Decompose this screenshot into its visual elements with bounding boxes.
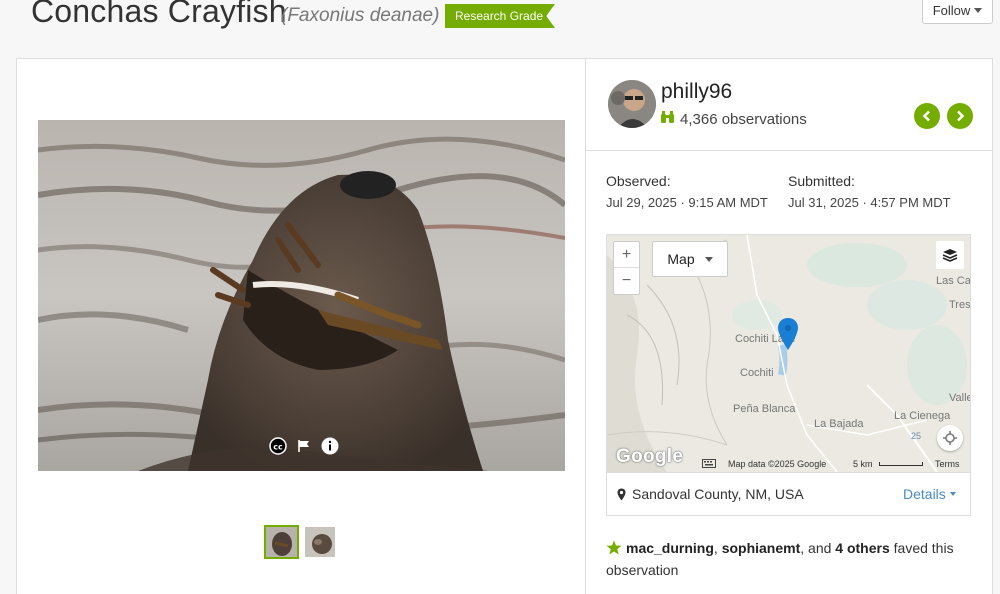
thumbnail-2[interactable]: [305, 527, 335, 557]
map-label-valle: Valle: [949, 392, 970, 404]
fave-others-link[interactable]: 4 others: [835, 540, 889, 556]
observed-value: Jul 29, 2025 · 9:15 AM MDT: [606, 195, 768, 210]
photo-panel: cc: [16, 58, 586, 594]
map-pin-icon[interactable]: [777, 317, 799, 356]
map-scale-label: 5 km: [853, 459, 873, 469]
faves-summary: mac_durning, sophianemt, and 4 others fa…: [606, 538, 976, 580]
map-marker-icon: [617, 488, 626, 500]
fave-user-2[interactable]: sophianemt: [722, 540, 801, 556]
location-text: Sandoval County, NM, USA: [632, 486, 804, 502]
map-zoom-control: + −: [613, 241, 640, 295]
observed-label: Observed:: [606, 173, 671, 189]
photo-thumbnails: [264, 525, 335, 559]
thumbnail-1[interactable]: [264, 525, 299, 559]
follow-button[interactable]: Follow: [922, 0, 993, 24]
zoom-out-button[interactable]: −: [614, 268, 639, 294]
map-scale-bar: [879, 462, 923, 466]
submitted-date-block: Submitted: Jul 31, 2025 · 4:57 PM MDT: [788, 173, 951, 210]
location-text-wrap: Sandoval County, NM, USA: [617, 486, 804, 502]
zoom-in-button[interactable]: +: [614, 242, 639, 268]
chevron-right-icon: [957, 110, 965, 122]
map-type-select[interactable]: Map: [652, 241, 728, 277]
otter-photo-image: [38, 120, 565, 471]
binoculars-icon: [660, 110, 675, 128]
chevron-left-icon: [922, 110, 930, 122]
map-label-la-cienega: La Cienega: [894, 410, 951, 422]
fave-separator-1: ,: [713, 540, 722, 556]
observation-sidebar: philly96 4,366 observations Observed: Ju…: [585, 58, 993, 594]
locate-button[interactable]: [937, 425, 963, 451]
observation-count-text: 4,366 observations: [680, 110, 807, 128]
observer-username[interactable]: philly96: [661, 80, 732, 104]
fave-separator-2: , and: [800, 540, 836, 556]
follow-label: Follow: [932, 2, 971, 18]
star-icon: [606, 540, 622, 560]
common-name: Conchas Crayfish: [31, 0, 287, 29]
highway-25-label: 25: [911, 431, 922, 441]
locate-icon: [943, 431, 957, 445]
cc-icon[interactable]: cc: [268, 436, 288, 456]
photo-license-controls: cc: [268, 436, 340, 456]
location-map-box: Cochiti Lake Cochiti Peña Blanca La Baja…: [606, 234, 971, 516]
next-observation-button[interactable]: [947, 103, 973, 129]
map-terms-link[interactable]: Terms: [935, 459, 960, 469]
observed-date-block: Observed: Jul 29, 2025 · 9:15 AM MDT: [606, 173, 768, 210]
previous-observation-button[interactable]: [914, 103, 940, 129]
info-icon[interactable]: [320, 436, 340, 456]
location-map[interactable]: Cochiti Lake Cochiti Peña Blanca La Baja…: [607, 235, 970, 472]
keyboard-icon[interactable]: [702, 459, 716, 470]
location-details-link[interactable]: Details: [903, 486, 956, 502]
caret-down-icon: [704, 256, 713, 262]
observation-count[interactable]: 4,366 observations: [660, 110, 807, 128]
map-data-attribution[interactable]: Map data ©2025 Google: [728, 459, 826, 469]
layers-button[interactable]: [936, 241, 964, 269]
fave-user-1[interactable]: mac_durning: [626, 540, 714, 556]
map-label-la-bajada: La Bajada: [814, 418, 864, 430]
caret-down-icon: [974, 7, 983, 13]
avatar[interactable]: [608, 80, 656, 128]
scientific-name: (Faxonius deanae): [281, 5, 440, 26]
location-row: Sandoval County, NM, USA Details: [607, 472, 970, 515]
map-type-label: Map: [667, 251, 695, 267]
quality-grade-badge: Research Grade: [445, 4, 555, 28]
map-label-las-ca: Las Ca: [936, 275, 970, 287]
details-label: Details: [903, 486, 946, 502]
svg-text:cc: cc: [273, 443, 283, 452]
submitted-label: Submitted:: [788, 173, 855, 189]
map-label-tres: Tres: [949, 299, 970, 311]
map-label-cochiti: Cochiti: [740, 367, 774, 379]
map-label-pena-blanca: Peña Blanca: [733, 403, 796, 415]
layers-icon: [942, 249, 958, 262]
title-row: Conchas Crayfish (Faxonius deanae) Resea…: [0, 0, 1000, 56]
observation-photo[interactable]: cc: [38, 120, 565, 471]
observer-row: philly96 4,366 observations: [586, 59, 992, 151]
flag-icon[interactable]: [294, 436, 314, 456]
submitted-value: Jul 31, 2025 · 4:57 PM MDT: [788, 195, 951, 210]
caret-down-icon: [949, 492, 956, 496]
map-attribution-bar: Map data ©2025 Google 5 km Terms: [607, 457, 970, 472]
